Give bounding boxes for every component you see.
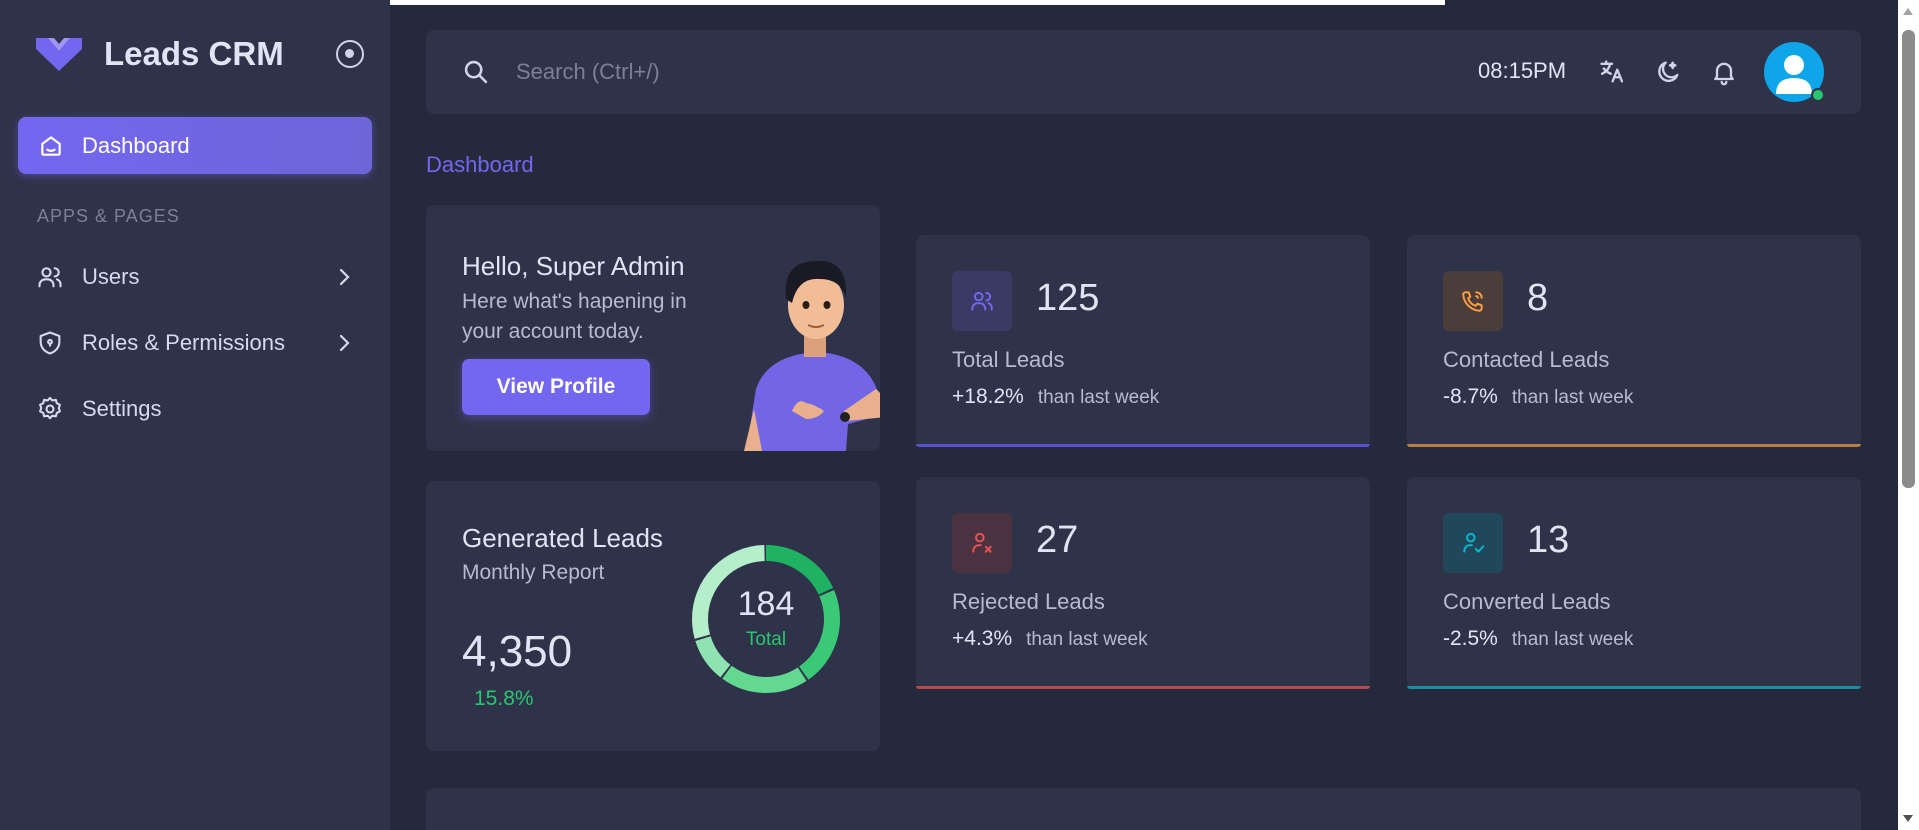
stat-label: Converted Leads [1443,589,1611,614]
welcome-title: Hello, Super Admin [462,251,685,281]
stat-change-value: +4.3% [952,627,1013,650]
sidebar-item-dashboard[interactable]: Dashboard [18,117,372,174]
home-icon [41,135,61,156]
scroll-up-arrow-icon[interactable] [1903,8,1913,15]
scrollbar[interactable] [1898,0,1919,830]
stat-card-contacted-leads: 8 Contacted Leads -8.7% than last week [1407,235,1861,447]
users-icon [38,267,62,288]
stat-value: 8 [1527,277,1549,319]
user-check-icon [1443,513,1503,573]
stat-label: Rejected Leads [952,589,1105,614]
donut-total-value: 184 [737,585,795,623]
search-icon[interactable] [462,58,490,86]
sidebar-collapse-toggle-icon[interactable] [336,40,364,68]
stat-change-value: -8.7% [1443,385,1498,408]
translate-icon[interactable] [1598,58,1626,86]
stat-card-accent [916,686,1370,689]
welcome-card: Hello, Super Admin Here what's hapening … [426,205,880,451]
topbar: 08:15PM [426,30,1861,114]
sidebar-item-label: Settings [82,396,162,421]
stat-label: Total Leads [952,347,1065,372]
generated-leads-title: Generated Leads [462,523,663,553]
view-profile-button[interactable]: View Profile [462,359,650,415]
theme-toggle-icon[interactable] [1654,58,1682,86]
stat-change-note: than last week [1511,629,1634,650]
brand[interactable]: Leads CRM [34,34,284,74]
stat-value: 27 [1036,519,1079,561]
donut-total-label: Total [745,629,787,650]
users-icon [952,271,1012,331]
scrollbar-thumb[interactable] [1902,30,1915,488]
stat-label: Contacted Leads [1443,347,1610,372]
stat-change: -8.7% than last week [1443,385,1633,409]
stat-card-accent [1407,686,1861,689]
stat-card-converted-leads: 13 Converted Leads -2.5% than last week [1407,477,1861,689]
stat-value: 13 [1527,519,1570,561]
clock-time: 08:15PM [1478,58,1567,83]
stat-value: 125 [1036,277,1100,319]
stat-change-note: than last week [1026,629,1148,650]
stat-card-accent [916,444,1370,447]
app-name: Leads CRM [104,35,284,72]
logo-icon [36,38,82,71]
breadcrumb[interactable]: Dashboard [426,152,534,178]
generated-leads-subtitle: Monthly Report [462,561,605,584]
bell-icon[interactable] [1710,58,1738,86]
stat-change: +18.2% than last week [952,385,1159,409]
sidebar-section-heading: APPS & PAGES [37,206,180,226]
gear-icon [39,396,61,420]
sidebar-item-users[interactable]: Users [36,257,356,297]
bottom-card [426,788,1861,830]
welcome-subtitle: Here what's hapening in your account tod… [462,290,687,343]
online-status-indicator [1811,88,1825,102]
user-x-icon [952,513,1012,573]
sidebar-item-settings[interactable]: Settings [36,389,356,429]
stat-change-note: than last week [1511,387,1634,408]
stat-change-value: +18.2% [952,385,1024,408]
sidebar-item-label: Dashboard [82,132,190,158]
chevron-right-icon [339,268,350,286]
sidebar-item-label: Roles & Permissions [82,330,285,355]
phone-call-icon [1443,271,1503,331]
sidebar: Leads CRM Dashboard APPS & PAGES Users R… [0,0,390,830]
donut-center: 184 Total [690,543,842,695]
scroll-down-arrow-icon[interactable] [1903,815,1913,822]
stat-change-note: than last week [1037,387,1160,408]
search-input[interactable] [516,50,1116,94]
stat-change: -2.5% than last week [1443,627,1633,651]
sidebar-item-roles-permissions[interactable]: Roles & Permissions [36,323,356,363]
sidebar-item-label: Users [82,264,140,289]
stat-card-rejected-leads: 27 Rejected Leads +4.3% than last week [916,477,1370,689]
chevron-right-icon [339,334,350,352]
mascot-illustration [744,260,880,451]
stat-change: +4.3% than last week [952,627,1148,651]
stat-change-value: -2.5% [1443,627,1498,650]
stat-card-accent [1407,444,1861,447]
stat-card-total-leads: 125 Total Leads +18.2% than last week [916,235,1370,447]
shield-icon [39,331,61,355]
generated-leads-card: Generated Leads Monthly Report 4,350 15.… [426,481,880,751]
generated-leads-growth: 15.8% [474,687,534,710]
generated-leads-value: 4,350 [462,627,573,676]
